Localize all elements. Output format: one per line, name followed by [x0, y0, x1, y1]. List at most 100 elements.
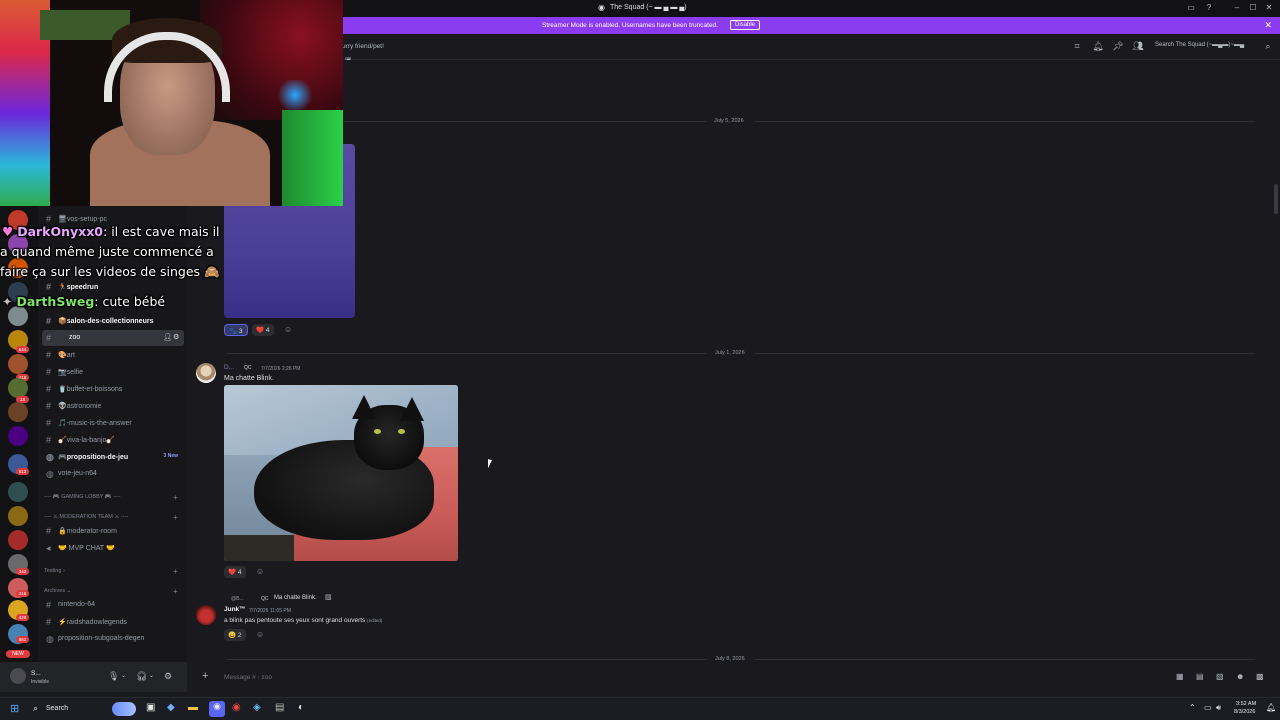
steam-icon[interactable]: ◈	[253, 702, 261, 713]
add-reaction-icon[interactable]: ☺	[284, 325, 292, 334]
volume-icon[interactable]: 🔊︎	[1216, 703, 1221, 713]
invite-icon[interactable]: 👤︎	[163, 333, 172, 341]
category-moderation-team[interactable]: ---- ⚔ MODERATION TEAM ⚔ ---- +	[44, 513, 178, 522]
widgets-icon[interactable]	[112, 702, 136, 716]
chevron-down-icon[interactable]: ⌄	[121, 672, 126, 679]
reaction-heart[interactable]: ❤️ 4	[224, 566, 246, 578]
reply-reference-text[interactable]: Ma chatte Blink.	[274, 595, 317, 601]
server-icon[interactable]	[8, 482, 28, 502]
add-channel-icon[interactable]: +	[173, 513, 178, 522]
server-icon[interactable]	[8, 530, 28, 550]
message-author[interactable]: Junk™	[224, 606, 246, 613]
avatar[interactable]	[196, 605, 216, 625]
file-explorer-icon[interactable]: ▬	[188, 702, 198, 713]
app-icon[interactable]: ▤	[275, 702, 284, 713]
category-gaming-lobby[interactable]: ---- 🎮 GAMING LOBBY 🎮 ---- +	[44, 493, 178, 502]
network-icon[interactable]: ▭	[1204, 703, 1212, 712]
members-icon[interactable]: 👥︎	[1132, 41, 1144, 53]
server-icon[interactable]	[8, 378, 28, 398]
pin-icon[interactable]: 📌︎	[1112, 41, 1124, 53]
chevron-up-icon[interactable]: ⌃	[1189, 703, 1196, 712]
banner-message: Streamer Mode is enabled. Usernames have…	[542, 22, 718, 29]
reaction-heart[interactable]: ❤️ 4	[252, 324, 274, 336]
scrollbar-thumb[interactable]	[1274, 184, 1278, 214]
add-reaction-icon[interactable]: ☺	[256, 567, 264, 576]
gear-icon[interactable]: ⚙	[173, 333, 179, 341]
channel-music-is-the-answer[interactable]: # 🎵-music-is-the-answer	[42, 415, 184, 431]
add-channel-icon[interactable]: +	[173, 493, 178, 502]
microphone-icon[interactable]: 🎙︎	[108, 671, 119, 682]
channel-raidshadowlegends[interactable]: # ⚡raidshadowlegends	[42, 614, 184, 630]
reaction-laugh[interactable]: 😄 2	[224, 629, 246, 641]
server-icon[interactable]	[8, 306, 28, 326]
emoji-icon[interactable]: ☻	[1236, 672, 1244, 681]
message-list[interactable]: July 5, 2026 🐾 3 ❤️ 4 ☺ July 1, 2026 D..…	[187, 60, 1280, 662]
message-input[interactable]: Message # ⋅ zoo	[224, 673, 272, 681]
obs-icon[interactable]: ◐	[298, 702, 304, 713]
threads-icon[interactable]: ⌗	[1071, 41, 1083, 53]
gif-icon[interactable]: ▤	[1196, 672, 1204, 681]
server-icon[interactable]	[8, 506, 28, 526]
inbox-icon[interactable]: ▭	[1186, 3, 1196, 13]
channel-vote-jeu-n64[interactable]: ◍ vote-jeu-n64	[42, 466, 184, 482]
server-icon[interactable]	[8, 426, 28, 446]
category-testing[interactable]: Testing › +	[44, 567, 178, 576]
forum-icon: ◍	[46, 634, 54, 644]
channel-art[interactable]: # 🎨art	[42, 347, 184, 363]
bell-icon[interactable]: 🔔︎	[1092, 41, 1104, 53]
discord-logo-icon: ◉	[598, 3, 605, 12]
maximize-icon[interactable]: ☐	[1248, 3, 1258, 13]
avatar[interactable]	[196, 363, 216, 383]
sticker-icon[interactable]: ▧	[1216, 672, 1224, 681]
taskbar-search-icon[interactable]: ⌕	[33, 703, 38, 714]
plus-icon[interactable]: +	[202, 670, 208, 682]
windows-start-icon[interactable]: ⊞	[10, 702, 19, 715]
search-input[interactable]: Search The Squad (~▬▄▬)~▬▄	[1155, 42, 1265, 52]
add-channel-icon[interactable]: +	[173, 587, 178, 596]
chrome-icon[interactable]: ◉	[232, 702, 241, 713]
notification-icon[interactable]: 🔔︎	[1266, 703, 1276, 712]
category-archives[interactable]: Archives ⌄ +	[44, 587, 178, 596]
clock-date[interactable]: 8/3/2026	[1234, 709, 1255, 715]
disable-button[interactable]: Disable	[730, 20, 761, 30]
help-icon[interactable]: ?	[1204, 3, 1214, 13]
apps-icon[interactable]: ▩	[1256, 672, 1264, 681]
channel-selfie[interactable]: # 📷selfie	[42, 364, 184, 380]
chevron-down-icon[interactable]: ⌄	[149, 672, 154, 679]
task-view-icon[interactable]: ▣	[146, 702, 155, 713]
discord-taskbar-icon[interactable]: ◉	[209, 701, 225, 717]
channel-buffet-et-boissons[interactable]: # 🥤buffet-et-boissons	[42, 381, 184, 397]
close-icon[interactable]: ✕	[1264, 20, 1272, 31]
channel-astronomie[interactable]: # 👽astronomie	[42, 398, 184, 414]
taskbar-search[interactable]: Search	[46, 705, 68, 712]
search-icon[interactable]: ⌕	[1262, 41, 1274, 53]
user-name[interactable]: S...	[31, 670, 41, 677]
channel-speedrun[interactable]: # 🏃speedrun	[42, 279, 184, 295]
clock-time[interactable]: 3:52 AM	[1236, 701, 1256, 707]
add-reaction-icon[interactable]: ☺	[256, 630, 264, 639]
copilot-icon[interactable]: ◆	[167, 702, 175, 713]
channel-moderator-room[interactable]: # 🔒moderator-room	[42, 523, 184, 539]
message-author[interactable]: D...	[224, 364, 234, 371]
headphones-icon[interactable]: 🎧︎	[136, 671, 147, 682]
channel-proposition-de-jeu[interactable]: ◍ 🎮proposition-de-jeu 3 New	[42, 449, 184, 465]
channel-salon-des-collectionneurs[interactable]: # 📦salon-des-collectionneurs	[42, 313, 184, 329]
server-icon[interactable]	[8, 402, 28, 422]
minimize-icon[interactable]: –	[1232, 3, 1242, 13]
gift-icon[interactable]: ▦	[1176, 672, 1184, 681]
channel-zoo[interactable]: # zoo 👤︎ ⚙	[42, 330, 184, 346]
channel-proposition-subgoals-degen[interactable]: ◍ proposition-subgoals-degen	[42, 631, 184, 647]
settings-gear-icon[interactable]: ⚙	[164, 671, 172, 682]
close-window-icon[interactable]: ✕	[1264, 3, 1274, 13]
reaction-paw[interactable]: 🐾 3	[224, 324, 248, 336]
reply-reference-author[interactable]: @B...	[231, 596, 244, 602]
avatar[interactable]	[10, 668, 26, 684]
cat-photo[interactable]	[224, 385, 458, 561]
image-attachment-icon: ▨	[325, 594, 332, 601]
add-channel-icon[interactable]: +	[173, 567, 178, 576]
mention-badge: 613	[16, 468, 29, 475]
channel-mvp-chat[interactable]: ◂ 🤝 MVP CHAT 🤝	[42, 540, 184, 556]
server-icon[interactable]	[8, 354, 28, 374]
channel-viva-la-banjo[interactable]: # 🪕viva-la-banjo🪕	[42, 432, 184, 448]
channel-nintendo-64[interactable]: # nintendo-64	[42, 597, 184, 613]
